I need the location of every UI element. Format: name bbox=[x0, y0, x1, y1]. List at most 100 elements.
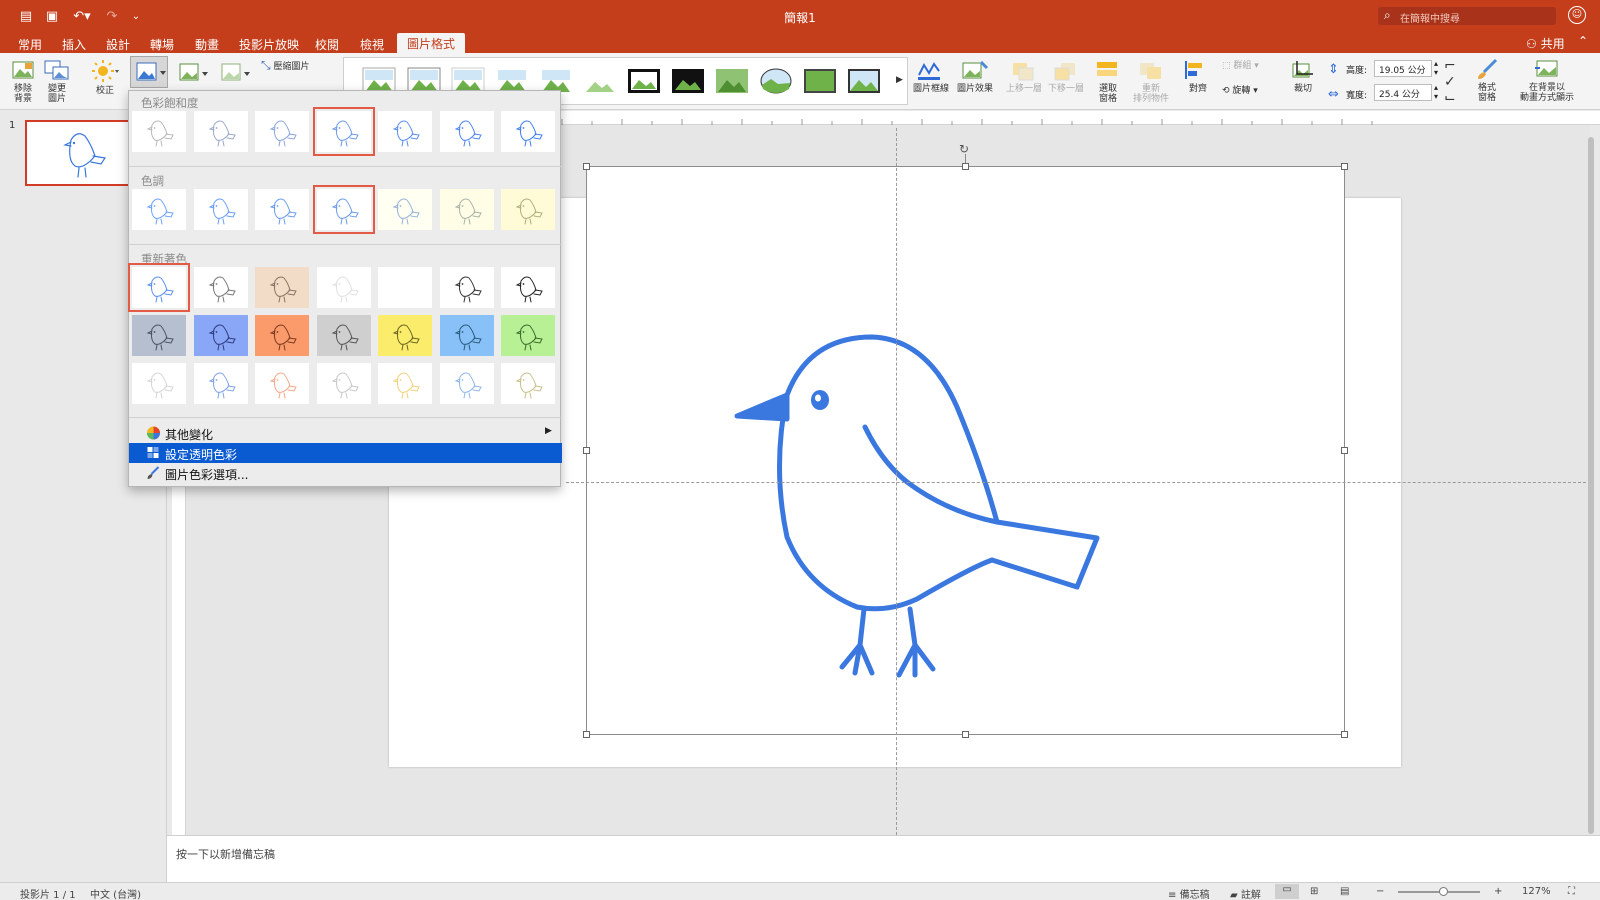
resize-handle-sw[interactable] bbox=[583, 731, 590, 738]
artistic-effects-button[interactable] bbox=[176, 61, 210, 88]
recolor3-swatch-4[interactable] bbox=[316, 363, 371, 404]
align-button[interactable]: 對齊 bbox=[1180, 59, 1216, 94]
recolor3-swatch-2[interactable] bbox=[193, 363, 248, 404]
picture-style-7[interactable] bbox=[627, 67, 661, 95]
collapse-ribbon-icon[interactable]: ⌃ bbox=[1578, 34, 1588, 48]
zoom-slider-knob[interactable] bbox=[1439, 887, 1449, 896]
resize-handle-s[interactable] bbox=[962, 731, 969, 738]
color-button[interactable] bbox=[130, 56, 168, 88]
recolor3-swatch-7[interactable] bbox=[501, 363, 555, 404]
vertical-scrollbar[interactable] bbox=[1588, 137, 1594, 834]
recolor1-swatch-7[interactable] bbox=[501, 267, 555, 308]
recolor2-swatch-3[interactable] bbox=[255, 315, 309, 356]
picture-style-11[interactable] bbox=[803, 67, 837, 95]
group-button[interactable]: ⬚ 群組 ▾ bbox=[1222, 61, 1272, 71]
tone-swatch-2[interactable] bbox=[193, 189, 248, 230]
corrections-button[interactable]: 校正 bbox=[90, 59, 120, 96]
picture-style-9[interactable] bbox=[715, 67, 749, 95]
tab-home[interactable]: 常用 bbox=[18, 36, 42, 53]
saturation-swatch-3[interactable] bbox=[255, 111, 309, 152]
recolor3-swatch-6[interactable] bbox=[439, 363, 494, 404]
gallery-more-icon[interactable]: ▶ bbox=[896, 75, 903, 85]
resize-handle-nw[interactable] bbox=[583, 163, 590, 170]
rotate-button[interactable]: ⟲ 旋轉 ▾ bbox=[1222, 86, 1272, 96]
recolor1-swatch-4[interactable] bbox=[316, 267, 371, 308]
tone-swatch-4[interactable] bbox=[312, 185, 375, 234]
language-indicator[interactable]: 中文 (台灣) bbox=[90, 886, 141, 900]
tab-transitions[interactable]: 轉場 bbox=[150, 36, 174, 53]
tab-picture-format[interactable]: 圖片格式 bbox=[397, 33, 466, 53]
tone-swatch-6[interactable] bbox=[439, 189, 494, 230]
picture-style-10[interactable] bbox=[759, 67, 793, 95]
zoom-in-button[interactable]: + bbox=[1494, 886, 1502, 897]
saturation-swatch-1[interactable] bbox=[132, 111, 186, 152]
send-backward-button[interactable]: 下移一層 bbox=[1046, 59, 1086, 94]
compress-pictures-button[interactable]: ⤡ 壓縮圖片 bbox=[261, 59, 321, 72]
recolor2-swatch-4[interactable] bbox=[316, 315, 371, 356]
recolor1-swatch-2[interactable] bbox=[193, 267, 248, 308]
recolor2-swatch-5[interactable] bbox=[378, 315, 432, 356]
recolor2-swatch-6[interactable] bbox=[439, 315, 494, 356]
saturation-swatch-6[interactable] bbox=[439, 111, 494, 152]
crop-button[interactable]: 裁切 bbox=[1286, 59, 1320, 94]
resize-handle-ne[interactable] bbox=[1341, 163, 1348, 170]
zoom-slider[interactable] bbox=[1398, 887, 1480, 896]
recolor3-swatch-3[interactable] bbox=[255, 363, 309, 404]
tone-swatch-5[interactable] bbox=[378, 189, 432, 230]
tone-swatch-3[interactable] bbox=[255, 189, 309, 230]
tab-design[interactable]: 設計 bbox=[106, 36, 130, 53]
recolor1-swatch-5[interactable] bbox=[378, 267, 432, 308]
recolor1-swatch-6[interactable] bbox=[439, 267, 494, 308]
saturation-swatch-7[interactable] bbox=[501, 111, 555, 152]
comments-toggle[interactable]: ▰ 註解 bbox=[1230, 886, 1261, 900]
notes-pane[interactable]: 按一下以新增備忘稿 bbox=[167, 835, 1600, 882]
width-stepper[interactable]: ▴ ▾ bbox=[1434, 83, 1438, 101]
selection-pane-button[interactable]: 選取 窗格 bbox=[1092, 59, 1124, 104]
reading-view-icon[interactable]: ▤ bbox=[1340, 886, 1349, 897]
resize-handle-se[interactable] bbox=[1341, 731, 1348, 738]
picture-effects-button[interactable]: 圖片效果 bbox=[955, 59, 995, 94]
saturation-swatch-5[interactable] bbox=[378, 111, 432, 152]
lock-aspect-ratio-icon[interactable]: ⌐ ✓ ⌙ bbox=[1444, 58, 1456, 106]
normal-view-icon[interactable]: ▭ bbox=[1275, 884, 1299, 899]
transparency-button[interactable] bbox=[218, 61, 252, 88]
resize-handle-n[interactable] bbox=[962, 163, 969, 170]
resize-handle-e[interactable] bbox=[1341, 447, 1348, 454]
recolor3-swatch-1[interactable] bbox=[132, 363, 186, 404]
set-transparent-color-item[interactable]: 設定透明色彩 bbox=[129, 443, 562, 463]
tone-swatch-7[interactable] bbox=[501, 189, 555, 230]
notes-toggle[interactable]: ≡ 備忘稿 bbox=[1168, 886, 1210, 900]
recolor3-swatch-5[interactable] bbox=[378, 363, 432, 404]
zoom-level[interactable]: 127% bbox=[1522, 886, 1551, 897]
reorder-objects-button[interactable]: 重新 排列物件 bbox=[1130, 59, 1172, 104]
tab-slideshow[interactable]: 投影片放映 bbox=[239, 36, 299, 53]
saturation-swatch-4[interactable] bbox=[312, 107, 375, 156]
slide-thumbnail[interactable] bbox=[25, 120, 135, 186]
recolor1-swatch-1[interactable] bbox=[128, 263, 190, 312]
tone-swatch-1[interactable] bbox=[132, 189, 186, 230]
recolor1-swatch-3[interactable] bbox=[255, 267, 309, 308]
slide-sorter-icon[interactable]: ⊞ bbox=[1310, 886, 1318, 897]
picture-style-8[interactable] bbox=[671, 67, 705, 95]
bird-picture[interactable] bbox=[586, 166, 1345, 735]
recolor2-swatch-7[interactable] bbox=[501, 315, 555, 356]
tab-view[interactable]: 檢視 bbox=[360, 36, 384, 53]
zoom-out-button[interactable]: − bbox=[1376, 886, 1384, 897]
recolor2-swatch-1[interactable] bbox=[132, 315, 186, 356]
feedback-smiley-icon[interactable]: ☺ bbox=[1568, 6, 1586, 24]
picture-border-button[interactable]: 圖片框線 bbox=[912, 59, 950, 94]
picture-color-options-item[interactable]: 圖片色彩選項... bbox=[129, 463, 562, 483]
width-field[interactable]: 25.4 公分 bbox=[1374, 84, 1432, 101]
tab-insert[interactable]: 插入 bbox=[62, 36, 86, 53]
picture-style-6[interactable] bbox=[583, 67, 617, 95]
recolor2-swatch-2[interactable] bbox=[193, 315, 248, 356]
bring-forward-button[interactable]: 上移一層 bbox=[1004, 59, 1044, 94]
remove-background-button[interactable]: 移除 背景 bbox=[8, 59, 38, 104]
change-picture-button[interactable]: 變更 圖片 bbox=[42, 59, 72, 104]
share-button[interactable]: ⚇ 共用 bbox=[1526, 35, 1565, 52]
animate-as-background-button[interactable]: 在背景以 動畫方式顯示 bbox=[1512, 58, 1582, 103]
fit-to-window-icon[interactable]: ⛶ bbox=[1568, 886, 1575, 897]
picture-style-12[interactable] bbox=[847, 67, 881, 95]
more-variations-item[interactable]: 其他變化 ▶ bbox=[129, 423, 562, 443]
height-field[interactable]: 19.05 公分 bbox=[1374, 60, 1432, 77]
